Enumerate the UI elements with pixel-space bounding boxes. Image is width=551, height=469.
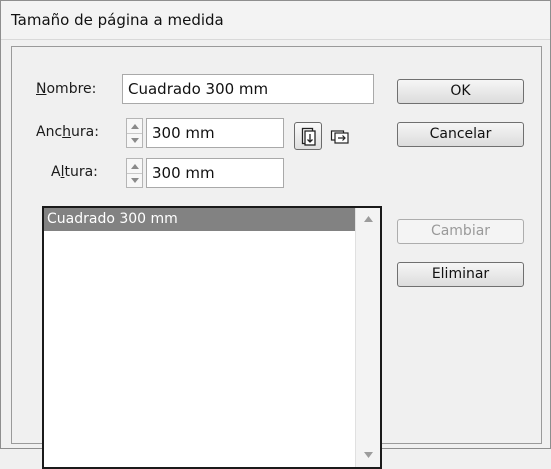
change-button[interactable]: Cambiar bbox=[397, 219, 524, 244]
width-label-pre: Anc bbox=[36, 124, 63, 140]
dialog-panel: Nombre: Cuadrado 300 mm Anchura: 300 mm bbox=[11, 46, 542, 469]
custom-page-size-dialog: Tamaño de página a medida Nombre: Cuadra… bbox=[0, 0, 551, 469]
height-label: Altura: bbox=[51, 164, 98, 180]
width-stepper[interactable] bbox=[126, 118, 143, 148]
scroll-up-arrow-icon[interactable] bbox=[364, 216, 373, 222]
name-field[interactable]: Cuadrado 300 mm bbox=[122, 74, 374, 104]
up-arrow-icon bbox=[130, 163, 139, 169]
dialog-title: Tamaño de página a medida bbox=[11, 11, 224, 29]
cancel-button[interactable]: Cancelar bbox=[397, 122, 524, 147]
down-arrow-icon bbox=[130, 177, 139, 183]
height-field[interactable]: 300 mm bbox=[146, 158, 284, 188]
width-decrement-button[interactable] bbox=[127, 133, 142, 147]
width-field[interactable]: 300 mm bbox=[146, 118, 284, 148]
width-label: Anchura: bbox=[36, 124, 99, 140]
height-decrement-button[interactable] bbox=[127, 173, 142, 187]
name-label: Nombre: bbox=[36, 81, 96, 97]
title-bar: Tamaño de página a medida bbox=[1, 1, 550, 40]
landscape-orientation-button[interactable] bbox=[330, 127, 350, 145]
landscape-orientation-icon bbox=[330, 130, 349, 144]
width-label-accel: h bbox=[62, 124, 72, 140]
page-size-list[interactable]: Cuadrado 300 mm bbox=[42, 206, 382, 469]
list-scrollbar[interactable] bbox=[355, 208, 380, 467]
portrait-orientation-button[interactable] bbox=[294, 122, 322, 150]
name-label-accel: N bbox=[36, 81, 47, 97]
height-stepper[interactable] bbox=[126, 158, 143, 188]
delete-button[interactable]: Eliminar bbox=[397, 262, 524, 287]
portrait-orientation-icon bbox=[301, 127, 316, 146]
list-item-selected[interactable]: Cuadrado 300 mm bbox=[44, 208, 355, 231]
down-arrow-icon bbox=[130, 137, 139, 143]
width-label-post: ura: bbox=[71, 124, 99, 140]
width-increment-button[interactable] bbox=[127, 119, 142, 134]
ok-button[interactable]: OK bbox=[397, 79, 524, 104]
height-label-post: tura: bbox=[64, 164, 98, 180]
height-increment-button[interactable] bbox=[127, 159, 142, 174]
name-label-rest: ombre: bbox=[46, 81, 97, 97]
up-arrow-icon bbox=[130, 123, 139, 129]
scroll-down-arrow-icon[interactable] bbox=[364, 452, 373, 458]
height-label-pre: A bbox=[51, 164, 61, 180]
